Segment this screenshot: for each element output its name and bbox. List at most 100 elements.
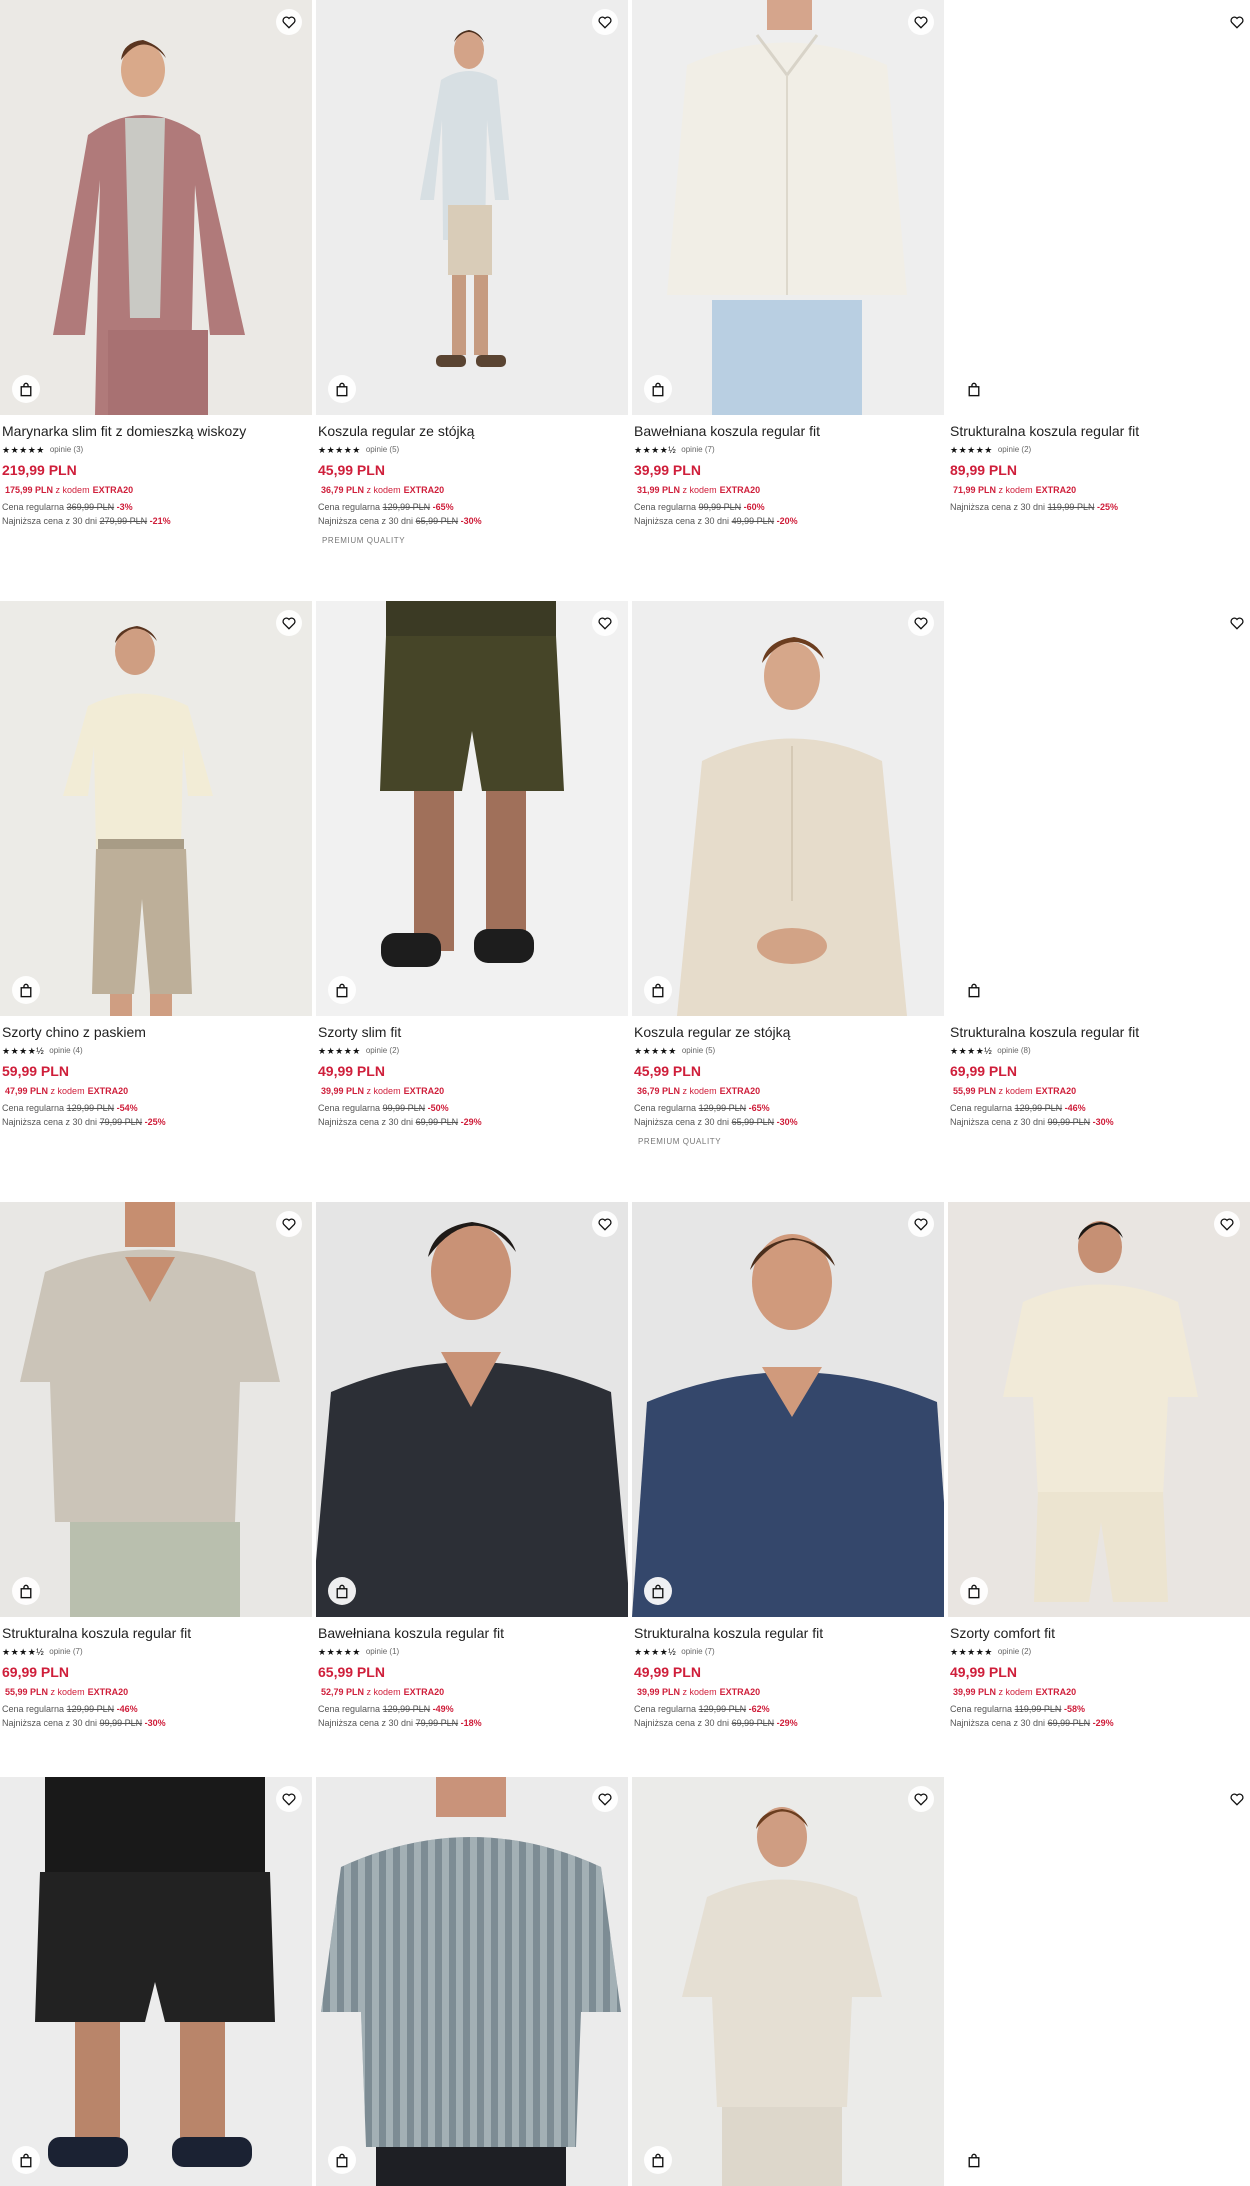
product-name[interactable]: Strukturalna koszula regular fit: [950, 1024, 1250, 1041]
product-image[interactable]: [632, 1777, 944, 2186]
product-card[interactable]: Szorty comfort fit ★★★★★ opinie (2) 49,99…: [948, 1202, 1250, 1730]
product-image[interactable]: [0, 601, 312, 1016]
add-to-cart-button[interactable]: [960, 375, 988, 403]
product-card[interactable]: Bawełniana koszula regular fit ★★★★½ opin…: [632, 0, 944, 528]
regular-price-value: 99,99 PLN: [382, 1103, 426, 1113]
product-card[interactable]: Strukturalna koszula regular fit ★★★★★ op…: [948, 0, 1250, 514]
review-count[interactable]: opinie (3): [50, 445, 83, 455]
favorite-button[interactable]: [908, 1786, 934, 1812]
add-to-cart-button[interactable]: [960, 1577, 988, 1605]
product-name[interactable]: Strukturalna koszula regular fit: [950, 423, 1250, 440]
product-card[interactable]: [632, 1777, 944, 2186]
product-name[interactable]: Koszula regular ze stójką: [634, 1024, 942, 1041]
review-count[interactable]: opinie (7): [681, 445, 714, 455]
product-image[interactable]: [316, 601, 628, 1016]
review-count[interactable]: opinie (4): [49, 1046, 82, 1056]
code-price: 36,79 PLN: [637, 1086, 681, 1096]
review-count[interactable]: opinie (2): [998, 1647, 1031, 1657]
product-card[interactable]: [948, 1777, 1250, 2186]
review-count[interactable]: opinie (5): [366, 445, 399, 455]
favorite-button[interactable]: [276, 9, 302, 35]
product-name[interactable]: Marynarka slim fit z domieszką wiskozy: [2, 423, 310, 440]
add-to-cart-button[interactable]: [12, 1577, 40, 1605]
review-count[interactable]: opinie (1): [366, 1647, 399, 1657]
product-rating: ★★★★★ opinie (2): [950, 445, 1250, 455]
add-to-cart-button[interactable]: [644, 375, 672, 403]
product-image[interactable]: [948, 1202, 1250, 1617]
product-card[interactable]: Strukturalna koszula regular fit ★★★★½ op…: [0, 1202, 312, 1730]
add-to-cart-button[interactable]: [328, 375, 356, 403]
product-name[interactable]: Strukturalna koszula regular fit: [2, 1625, 310, 1642]
add-to-cart-button[interactable]: [12, 976, 40, 1004]
product-name[interactable]: Bawełniana koszula regular fit: [318, 1625, 626, 1642]
product-card[interactable]: Koszula regular ze stójką ★★★★★ opinie (5…: [632, 601, 944, 1146]
favorite-button[interactable]: [1224, 1786, 1250, 1812]
product-card[interactable]: Koszula regular ze stójką ★★★★★ opinie (5…: [316, 0, 628, 545]
add-to-cart-button[interactable]: [644, 976, 672, 1004]
product-image[interactable]: [632, 601, 944, 1016]
lowest-price: Najniższa cena z 30 dni 69,99 PLN -29%: [634, 1716, 942, 1730]
favorite-button[interactable]: [908, 9, 934, 35]
favorite-button[interactable]: [908, 1211, 934, 1237]
product-name[interactable]: Szorty slim fit: [318, 1024, 626, 1041]
add-to-cart-button[interactable]: [328, 976, 356, 1004]
favorite-button[interactable]: [592, 610, 618, 636]
product-image[interactable]: [316, 0, 628, 415]
product-name[interactable]: Szorty chino z paskiem: [2, 1024, 310, 1041]
add-to-cart-button[interactable]: [328, 2146, 356, 2174]
lowest-price-label: Najniższa cena z 30 dni: [950, 502, 1046, 512]
product-image[interactable]: [0, 1202, 312, 1617]
add-to-cart-button[interactable]: [960, 976, 988, 1004]
product-card[interactable]: [316, 1777, 628, 2186]
add-to-cart-button[interactable]: [328, 1577, 356, 1605]
add-to-cart-button[interactable]: [12, 375, 40, 403]
product-image[interactable]: [316, 1777, 628, 2186]
product-image[interactable]: [948, 0, 1250, 415]
product-name[interactable]: Bawełniana koszula regular fit: [634, 423, 942, 440]
product-card[interactable]: Strukturalna koszula regular fit ★★★★½ op…: [948, 601, 1250, 1129]
product-image[interactable]: [0, 1777, 312, 2186]
product-image[interactable]: [0, 0, 312, 415]
product-image[interactable]: [316, 1202, 628, 1617]
product-name[interactable]: Koszula regular ze stójką: [318, 423, 626, 440]
favorite-button[interactable]: [592, 9, 618, 35]
favorite-button[interactable]: [276, 610, 302, 636]
product-card[interactable]: [0, 1777, 312, 2186]
product-name[interactable]: Szorty comfort fit: [950, 1625, 1248, 1642]
favorite-button[interactable]: [592, 1786, 618, 1812]
favorite-button[interactable]: [276, 1211, 302, 1237]
favorite-button[interactable]: [908, 610, 934, 636]
regular-price: Cena regularna 129,99 PLN -65%: [634, 1101, 942, 1115]
product-name[interactable]: Strukturalna koszula regular fit: [634, 1625, 942, 1642]
favorite-button[interactable]: [1214, 1211, 1240, 1237]
add-to-cart-button[interactable]: [644, 1577, 672, 1605]
favorite-button[interactable]: [1224, 610, 1250, 636]
rating-stars: ★★★★½: [2, 1046, 45, 1056]
review-count[interactable]: opinie (8): [997, 1046, 1030, 1056]
product-card[interactable]: Szorty slim fit ★★★★★ opinie (2) 49,99 PL…: [316, 601, 628, 1129]
favorite-button[interactable]: [1224, 9, 1250, 35]
rating-stars: ★★★★★: [950, 1647, 993, 1657]
favorite-button[interactable]: [276, 1786, 302, 1812]
lowest-price-label: Najniższa cena z 30 dni: [634, 1718, 730, 1728]
add-to-cart-button[interactable]: [644, 2146, 672, 2174]
product-image[interactable]: [632, 1202, 944, 1617]
review-count[interactable]: opinie (7): [681, 1647, 714, 1657]
add-to-cart-button[interactable]: [12, 2146, 40, 2174]
product-card[interactable]: Marynarka slim fit z domieszką wiskozy ★…: [0, 0, 312, 528]
product-info: Szorty chino z paskiem ★★★★½ opinie (4) 5…: [0, 1016, 312, 1129]
favorite-button[interactable]: [592, 1211, 618, 1237]
product-image[interactable]: [632, 0, 944, 415]
review-count[interactable]: opinie (7): [49, 1647, 82, 1657]
code-price: 39,99 PLN: [953, 1687, 997, 1697]
review-count[interactable]: opinie (2): [998, 445, 1031, 455]
review-count[interactable]: opinie (2): [366, 1046, 399, 1056]
product-card[interactable]: Szorty chino z paskiem ★★★★½ opinie (4) 5…: [0, 601, 312, 1129]
add-to-cart-button[interactable]: [960, 2146, 988, 2174]
product-image[interactable]: [948, 1777, 1250, 2186]
model-photo: [0, 0, 312, 415]
review-count[interactable]: opinie (5): [682, 1046, 715, 1056]
product-card[interactable]: Bawełniana koszula regular fit ★★★★★ opin…: [316, 1202, 628, 1730]
product-card[interactable]: Strukturalna koszula regular fit ★★★★½ op…: [632, 1202, 944, 1730]
product-image[interactable]: [948, 601, 1250, 1016]
